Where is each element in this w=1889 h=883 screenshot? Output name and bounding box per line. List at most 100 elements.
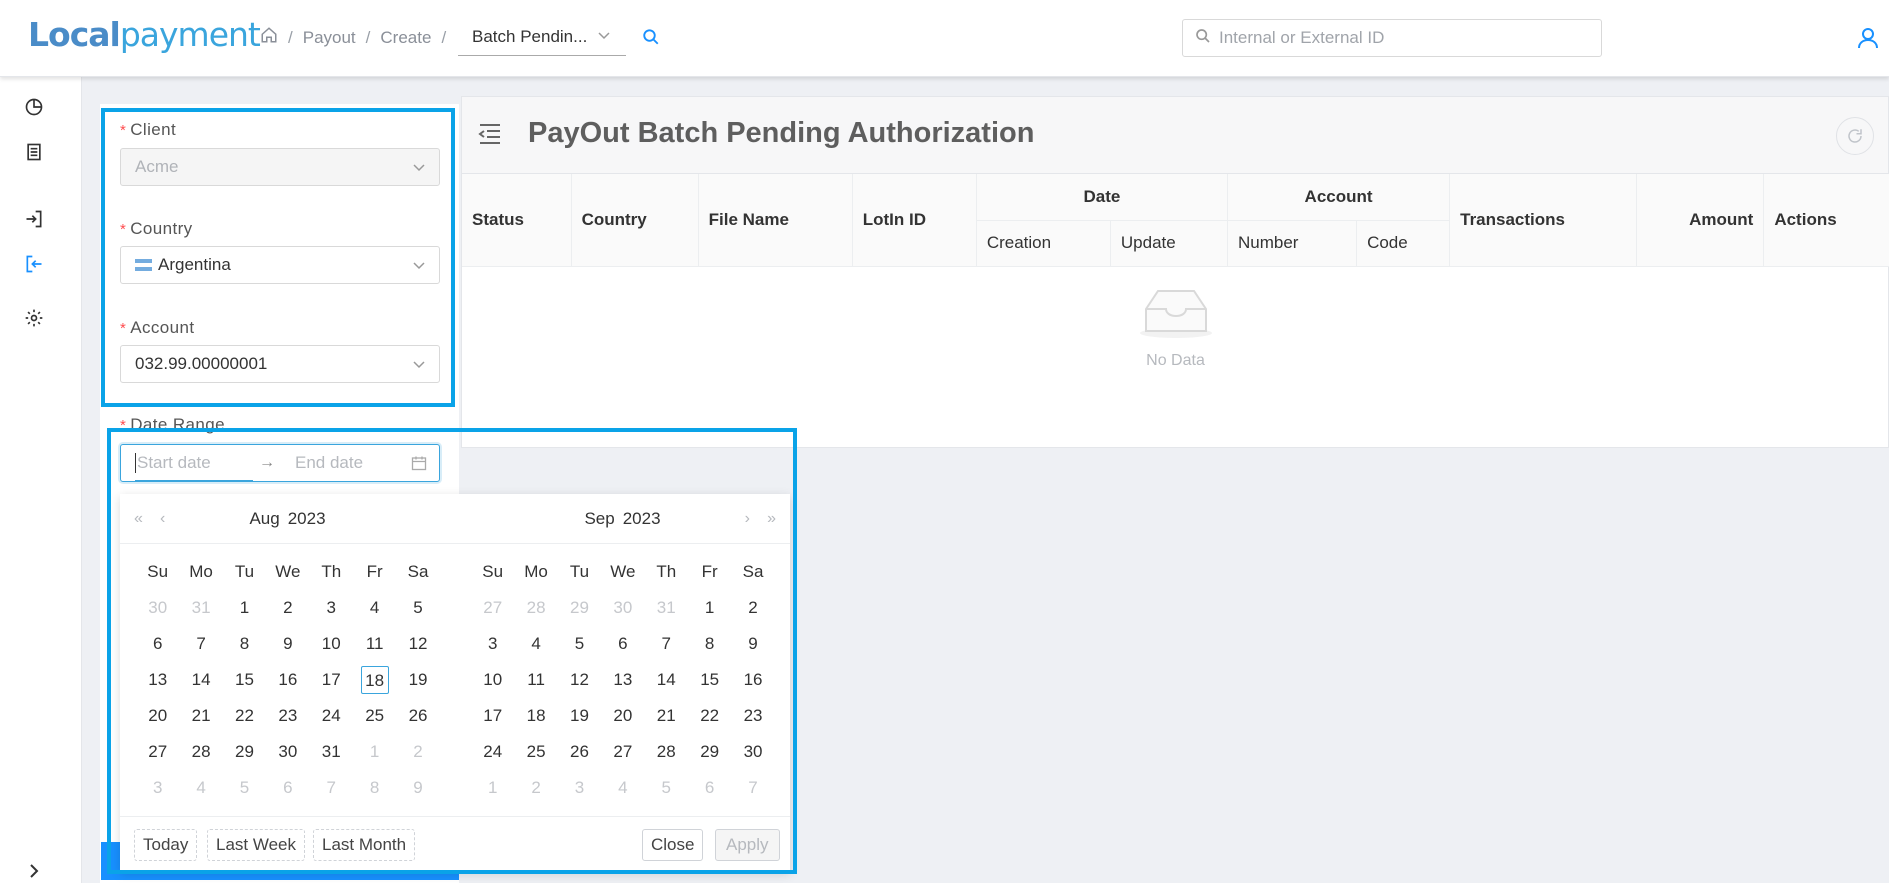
calendar-day[interactable]: 28 — [179, 738, 222, 766]
calendar-day[interactable]: 3 — [558, 774, 601, 802]
calendar-day[interactable]: 4 — [179, 774, 222, 802]
calendar-day[interactable]: 16 — [731, 666, 774, 694]
calendar-day[interactable]: 1 — [353, 738, 396, 766]
calendar-day[interactable]: 3 — [310, 594, 353, 622]
search-icon[interactable] — [642, 28, 660, 51]
preset-last-week-button[interactable]: Last Week — [207, 829, 306, 861]
month-label[interactable]: Sep — [584, 509, 614, 529]
calendar-day[interactable]: 5 — [558, 630, 601, 658]
col-amount[interactable]: Amount — [1636, 174, 1765, 267]
calendar-day[interactable]: 12 — [396, 630, 439, 658]
calendar-day[interactable]: 6 — [136, 630, 179, 658]
col-lotin-id[interactable]: LotIn ID — [852, 174, 977, 267]
prev-year-icon[interactable]: « — [134, 510, 143, 528]
calendar-day[interactable]: 29 — [558, 594, 601, 622]
calendar-day[interactable]: 1 — [471, 774, 514, 802]
apply-button[interactable]: Apply — [715, 829, 780, 861]
calendar-day[interactable]: 13 — [136, 666, 179, 694]
calendar-day[interactable]: 17 — [471, 702, 514, 730]
dashboard-icon[interactable] — [22, 95, 46, 119]
calendar-day[interactable]: 25 — [514, 738, 557, 766]
end-date-input[interactable] — [295, 453, 415, 473]
calendar-day[interactable]: 11 — [353, 630, 396, 658]
document-icon[interactable] — [22, 140, 46, 164]
col-file-name[interactable]: File Name — [698, 174, 853, 267]
col-transactions[interactable]: Transactions — [1449, 174, 1638, 267]
calendar-day[interactable]: 9 — [396, 774, 439, 802]
breadcrumb-create[interactable]: Create — [380, 28, 431, 48]
calendar-day[interactable]: 9 — [731, 630, 774, 658]
next-month-icon[interactable]: › — [745, 510, 750, 528]
user-icon[interactable] — [1856, 26, 1880, 55]
calendar-day[interactable]: 2 — [396, 738, 439, 766]
calendar-day[interactable]: 23 — [266, 702, 309, 730]
logout-icon[interactable] — [22, 252, 46, 276]
calendar-day[interactable]: 26 — [558, 738, 601, 766]
calendar-day[interactable]: 2 — [731, 594, 774, 622]
calendar-day[interactable]: 27 — [601, 738, 644, 766]
calendar-day[interactable]: 29 — [688, 738, 731, 766]
year-label[interactable]: 2023 — [288, 509, 326, 529]
next-year-icon[interactable]: » — [767, 510, 776, 528]
calendar-day[interactable]: 14 — [645, 666, 688, 694]
calendar-day[interactable]: 28 — [645, 738, 688, 766]
calendar-day[interactable]: 10 — [471, 666, 514, 694]
year-label[interactable]: 2023 — [623, 509, 661, 529]
calendar-day[interactable]: 2 — [514, 774, 557, 802]
calendar-day[interactable]: 25 — [353, 702, 396, 730]
calendar-day[interactable]: 24 — [471, 738, 514, 766]
calendar-day[interactable]: 7 — [179, 630, 222, 658]
calendar-day[interactable]: 30 — [731, 738, 774, 766]
calendar-day[interactable]: 18 — [514, 702, 557, 730]
calendar-day[interactable]: 8 — [688, 630, 731, 658]
id-search-input[interactable] — [1219, 28, 1579, 48]
calendar-day[interactable]: 28 — [514, 594, 557, 622]
calendar-day[interactable]: 12 — [558, 666, 601, 694]
calendar-day[interactable]: 10 — [310, 630, 353, 658]
calendar-day[interactable]: 31 — [179, 594, 222, 622]
calendar-day[interactable]: 6 — [266, 774, 309, 802]
calendar-day[interactable]: 24 — [310, 702, 353, 730]
calendar-day[interactable]: 30 — [601, 594, 644, 622]
calendar-day[interactable]: 9 — [266, 630, 309, 658]
date-range-picker[interactable]: → — [120, 444, 440, 482]
country-select[interactable]: Argentina — [120, 246, 440, 284]
calendar-day[interactable]: 19 — [396, 666, 439, 694]
col-creation[interactable]: Creation — [976, 220, 1111, 267]
calendar-day[interactable]: 30 — [266, 738, 309, 766]
calendar-day[interactable]: 5 — [396, 594, 439, 622]
col-country[interactable]: Country — [571, 174, 699, 267]
calendar-day[interactable]: 29 — [223, 738, 266, 766]
calendar-day[interactable]: 13 — [601, 666, 644, 694]
preset-last-month-button[interactable]: Last Month — [313, 829, 416, 861]
calendar-day[interactable]: 6 — [601, 630, 644, 658]
calendar-day[interactable]: 20 — [601, 702, 644, 730]
preset-today-button[interactable]: Today — [134, 829, 198, 861]
refresh-icon[interactable] — [1836, 117, 1874, 155]
breadcrumb-payout[interactable]: Payout — [303, 28, 356, 48]
calendar-day[interactable]: 8 — [353, 774, 396, 802]
calendar-day[interactable]: 11 — [514, 666, 557, 694]
calendar-day[interactable]: 30 — [136, 594, 179, 622]
id-search-field[interactable] — [1182, 19, 1602, 57]
calendar-day[interactable]: 15 — [223, 666, 266, 694]
calendar-day[interactable]: 21 — [645, 702, 688, 730]
calendar-day[interactable]: 23 — [731, 702, 774, 730]
menu-fold-icon[interactable] — [478, 123, 502, 150]
calendar-day[interactable]: 22 — [688, 702, 731, 730]
calendar-day[interactable]: 6 — [688, 774, 731, 802]
calendar-day[interactable]: 7 — [645, 630, 688, 658]
client-select[interactable]: Acme — [120, 148, 440, 186]
start-date-input[interactable] — [135, 453, 255, 473]
close-button[interactable]: Close — [642, 829, 704, 861]
calendar-day[interactable]: 3 — [471, 630, 514, 658]
calendar-day[interactable]: 4 — [514, 630, 557, 658]
calendar-day[interactable]: 15 — [688, 666, 731, 694]
account-select[interactable]: 032.99.00000001 — [120, 345, 440, 383]
calendar-day[interactable]: 7 — [310, 774, 353, 802]
gear-icon[interactable] — [22, 306, 46, 330]
col-update[interactable]: Update — [1110, 220, 1228, 267]
calendar-day[interactable]: 16 — [266, 666, 309, 694]
col-code[interactable]: Code — [1356, 220, 1451, 267]
calendar-day[interactable]: 27 — [471, 594, 514, 622]
